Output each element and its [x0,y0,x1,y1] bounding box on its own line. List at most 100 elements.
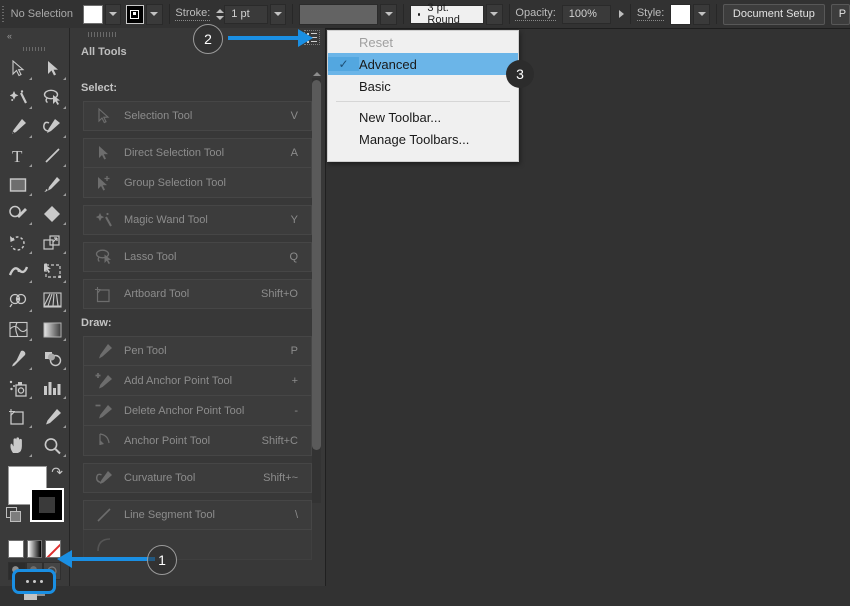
color-mode-button[interactable] [8,540,24,558]
lasso-icon [84,249,124,265]
tool-list-item[interactable]: Group Selection Tool [83,168,312,198]
tools-panel-grip[interactable] [0,43,69,54]
graphic-style-swatch[interactable] [670,3,692,25]
tool-list-item[interactable]: Anchor Point Tool Shift+C [83,426,312,456]
menu-item-advanced[interactable]: ✓ Advanced [328,53,518,75]
collapse-panel-icon[interactable]: « [0,28,69,43]
opacity-input[interactable]: 100% [561,4,612,24]
menu-item-manage-toolbars[interactable]: Manage Toolbars... [328,128,518,150]
stroke-label[interactable]: Stroke: [175,7,211,21]
tool-group-indicator [63,193,66,196]
tool-list-item[interactable]: Curvature Tool Shift+~ [83,463,312,493]
tool-shortcut: P [290,345,298,357]
menu-item-basic[interactable]: Basic [328,75,518,97]
tool-name: Direct Selection Tool [124,147,225,159]
tool-line-segment[interactable] [35,141,69,170]
tool-rectangle[interactable] [1,170,35,199]
tool-shaper[interactable] [1,199,35,228]
pen-icon [84,343,124,360]
preferences-button[interactable]: P [830,3,850,25]
tool-list-item[interactable]: Line Segment Tool \ [83,500,312,530]
annotation-marker-3: 3 [506,60,534,88]
menu-item-reset[interactable]: Reset [328,31,518,53]
tool-list-item[interactable]: Delete Anchor Point Tool - [83,396,312,426]
tool-list-item[interactable]: Add Anchor Point Tool + [83,366,312,396]
annotation-arrow-1-head [57,550,72,568]
tool-list-item[interactable]: Selection Tool V [83,101,312,131]
tool-column-graph[interactable] [35,373,69,402]
tool-curvature[interactable] [35,112,69,141]
edit-toolbar-button[interactable] [12,569,56,594]
tool-lasso[interactable] [35,83,69,112]
tool-slice[interactable] [35,402,69,431]
tool-zoom[interactable] [35,431,69,460]
group-selection-icon [84,175,124,191]
toolbar-options-menu[interactable]: Reset ✓ Advanced Basic New Toolbar... Ma… [327,30,519,162]
control-bar-grip[interactable] [0,0,7,28]
menu-item-label: Basic [359,78,391,94]
tool-group-indicator [63,367,66,370]
tool-eyedropper[interactable] [1,344,35,373]
tool-list-item[interactable]: Pen Tool P [83,336,312,366]
tool-selection[interactable] [1,54,35,83]
stroke-weight-input[interactable]: 1 pt [224,4,268,24]
tool-list-item[interactable]: Lasso Tool Q [83,242,312,272]
document-setup-button[interactable]: Document Setup [722,3,825,25]
scrollbar-track[interactable] [312,78,321,503]
brush-definition-dropdown[interactable] [485,3,503,25]
tool-scale[interactable] [35,228,69,257]
tool-shape-builder[interactable] [1,286,35,315]
tool-group-indicator [29,454,32,457]
tool-direct-selection[interactable] [35,54,69,83]
stroke-color-box[interactable] [30,488,64,522]
opacity-expand-icon[interactable] [619,10,625,18]
tool-type[interactable]: T [1,141,35,170]
tool-mesh[interactable] [1,315,35,344]
tool-list-item[interactable]: Artboard Tool Shift+O [83,279,312,309]
tool-group-indicator [29,280,32,283]
divider [716,4,717,24]
tool-symbol-sprayer[interactable] [1,373,35,402]
scroll-up-arrow[interactable] [312,69,321,78]
variable-width-profile[interactable] [299,3,379,25]
tool-width[interactable] [1,257,35,286]
tool-magic-wand[interactable] [1,83,35,112]
stroke-weight-dropdown[interactable] [269,3,287,25]
tool-list-item[interactable] [83,530,312,560]
opacity-label[interactable]: Opacity: [515,7,556,21]
menu-item-new-toolbar[interactable]: New Toolbar... [328,106,518,128]
tool-hand[interactable] [1,431,35,460]
fill-color-swatch[interactable] [83,4,103,24]
tool-group-indicator [63,425,66,428]
tool-pen[interactable] [1,112,35,141]
annotation-marker-1: 1 [147,545,177,575]
tool-rotate[interactable] [1,228,35,257]
tool-group-indicator [63,77,66,80]
graphic-style-dropdown[interactable] [693,3,711,25]
brush-definition-select[interactable]: 3 pt. Round [409,2,484,26]
tool-group-indicator [63,454,66,457]
fill-stroke-controls: ↷ [0,464,69,538]
tool-eraser[interactable] [35,199,69,228]
style-label[interactable]: Style: [636,7,665,21]
gradient-mode-button[interactable] [26,540,43,558]
swap-fill-stroke-icon[interactable]: ↷ [51,464,63,481]
stroke-weight-stepper[interactable] [216,6,225,23]
stroke-color-dropdown[interactable] [145,3,163,25]
tool-list-item[interactable]: Direct Selection Tool A [83,138,312,168]
width-profile-dropdown[interactable] [380,3,398,25]
tool-group-indicator [63,222,66,225]
panel-grip[interactable] [88,32,118,37]
scrollbar-thumb[interactable] [312,80,321,450]
stroke-color-swatch[interactable] [125,4,144,24]
default-fill-stroke-icon[interactable] [6,507,21,522]
tool-paintbrush[interactable] [35,170,69,199]
tool-gradient[interactable] [35,315,69,344]
tool-list-item[interactable]: Magic Wand Tool Y [83,205,312,235]
fill-color-dropdown[interactable] [104,3,122,25]
tool-free-transform[interactable] [35,257,69,286]
tool-blend[interactable] [35,344,69,373]
tool-artboard[interactable] [1,402,35,431]
tool-perspective-grid[interactable] [35,286,69,315]
tool-list[interactable]: Select: Selection Tool V Direct Selectio… [70,74,325,586]
